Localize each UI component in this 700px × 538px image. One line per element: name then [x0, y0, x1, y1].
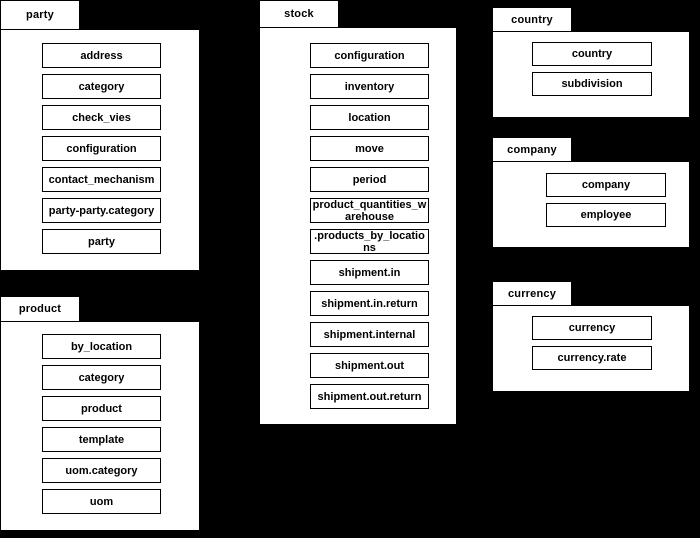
module-item[interactable]: product [42, 396, 161, 421]
package-item-list: configuration inventory location move period… [260, 28, 456, 415]
package-item-list: country subdivision [493, 32, 689, 102]
module-item[interactable]: uom.category [42, 458, 161, 483]
module-item-label: employee [580, 209, 632, 221]
module-item-label: currency [568, 322, 616, 334]
module-item-label: shipment.out [334, 359, 405, 372]
package-name-label: currency [507, 287, 557, 300]
package-tab-currency[interactable]: currency [492, 281, 572, 306]
module-item-label: location [348, 111, 391, 124]
module-item-label: subdivision [561, 78, 623, 90]
module-item[interactable]: currency [532, 316, 652, 340]
module-item[interactable]: party-party.category [42, 198, 161, 223]
module-item[interactable]: address [42, 43, 161, 68]
module-item[interactable]: move [310, 136, 429, 161]
module-item-label: shipment.out.return [317, 390, 422, 403]
module-item-label: product [81, 402, 122, 415]
module-item[interactable]: category [42, 365, 161, 390]
module-item[interactable]: shipment.out.return [310, 384, 429, 409]
module-item-label: period [352, 173, 387, 186]
package-name-label: product [18, 303, 62, 315]
module-item[interactable]: contact_mechanism [42, 167, 161, 192]
module-item-label: inventory [344, 80, 395, 93]
module-item[interactable]: check_vies [42, 105, 161, 130]
package-body-country: country subdivision [492, 31, 690, 118]
module-item[interactable]: inventory [310, 74, 429, 99]
module-item[interactable]: country [532, 42, 652, 66]
module-item-label: uom.category [65, 464, 138, 477]
module-item-label: party-party.category [48, 204, 155, 217]
package-body-currency: currency currency.rate [492, 305, 690, 392]
module-item[interactable]: party [42, 229, 161, 254]
module-item[interactable]: company [546, 173, 666, 197]
module-item[interactable]: configuration [42, 136, 161, 161]
module-item-label: uom [89, 495, 114, 508]
package-name-label: stock [284, 8, 314, 20]
module-item-label: address [80, 49, 123, 62]
module-item[interactable]: employee [546, 203, 666, 227]
module-item[interactable]: location [310, 105, 429, 130]
module-item[interactable]: configuration [310, 43, 429, 68]
package-name-label: party [26, 9, 54, 21]
module-item-label: party [88, 235, 115, 248]
package-diagram-canvas: party address category check_vies configurat… [0, 0, 700, 538]
module-item[interactable]: shipment.in [310, 260, 429, 285]
package-body-stock: configuration inventory location move period… [259, 27, 457, 425]
package-tab-company[interactable]: company [492, 137, 572, 162]
module-item[interactable]: shipment.internal [310, 322, 429, 347]
module-item-label: contact_mechanism [48, 173, 155, 186]
module-item[interactable]: template [42, 427, 161, 452]
package-body-product: by_location category product template uom.ca… [0, 321, 200, 531]
module-item[interactable]: shipment.out [310, 353, 429, 378]
package-body-company: company employee [492, 161, 690, 248]
module-item-label: shipment.in.return [321, 297, 418, 310]
package-tab-product[interactable]: product [0, 296, 80, 322]
module-item-label: product_quantities_warehouse [312, 198, 427, 223]
module-item[interactable]: category [42, 74, 161, 99]
module-item-label: currency.rate [557, 352, 627, 364]
module-item[interactable]: product_quantities_warehouse [310, 198, 429, 223]
package-item-list: company employee [493, 162, 689, 233]
package-item-list: currency currency.rate [493, 306, 689, 376]
package-item-list: by_location category product template uom.ca… [1, 322, 199, 520]
module-item-label: .products_by_locations [314, 229, 425, 254]
module-item-label: template [78, 433, 125, 446]
module-item[interactable]: shipment.in.return [310, 291, 429, 316]
module-item[interactable]: by_location [42, 334, 161, 359]
module-item-label: configuration [334, 49, 405, 62]
module-item-label: configuration [66, 142, 137, 155]
package-name-label: country [511, 13, 553, 26]
module-item-label: check_vies [72, 111, 131, 124]
module-item-label: shipment.internal [323, 328, 416, 341]
package-tab-country[interactable]: country [492, 7, 572, 32]
module-item-label: country [571, 48, 613, 60]
package-body-party: address category check_vies configuration co… [0, 29, 200, 271]
module-item-label: category [78, 80, 125, 93]
module-item-label: company [581, 179, 631, 191]
module-item[interactable]: subdivision [532, 72, 652, 96]
package-item-list: address category check_vies configuration co… [1, 30, 199, 260]
module-item-label: move [355, 142, 384, 155]
module-item[interactable]: period [310, 167, 429, 192]
package-tab-stock[interactable]: stock [259, 0, 339, 28]
module-item[interactable]: currency.rate [532, 346, 652, 370]
module-item[interactable]: uom [42, 489, 161, 514]
module-item-label: category [78, 371, 125, 384]
module-item[interactable]: .products_by_locations [310, 229, 429, 254]
package-name-label: company [507, 143, 557, 156]
module-item-label: by_location [70, 340, 133, 353]
module-item-label: shipment.in [338, 266, 401, 279]
package-tab-party[interactable]: party [0, 0, 80, 30]
